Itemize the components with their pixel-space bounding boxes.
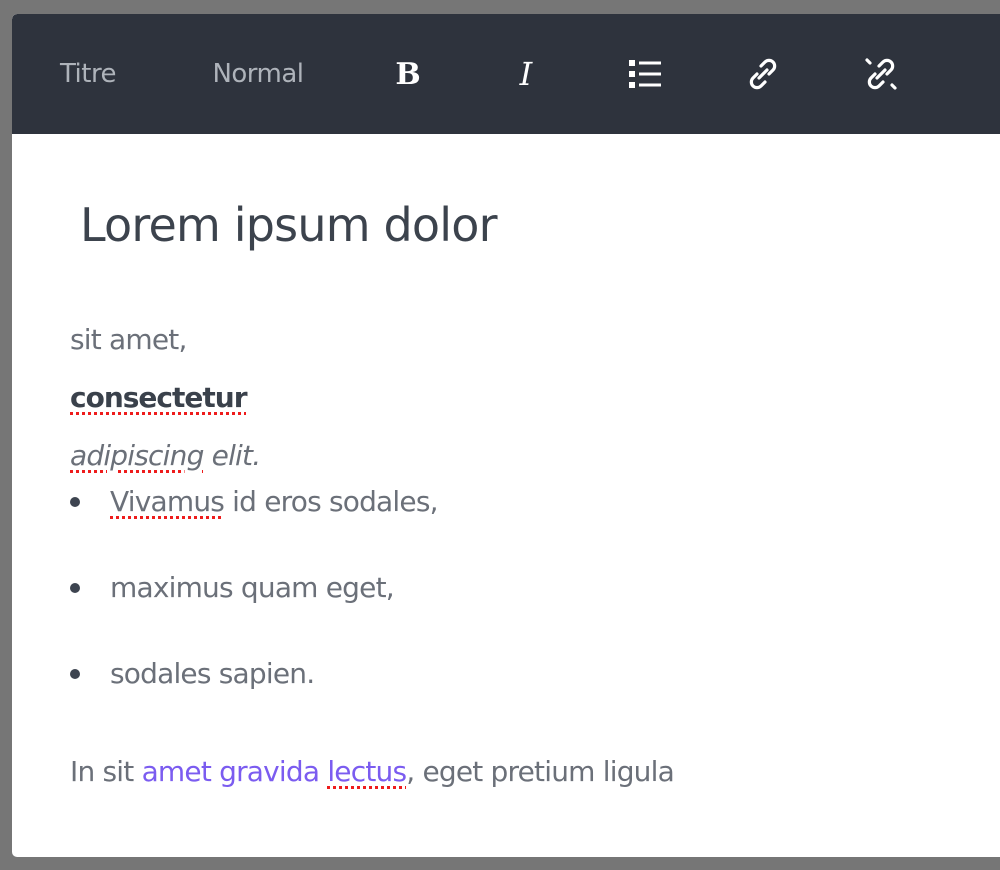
- bullet-list-button[interactable]: [620, 14, 670, 134]
- link-icon: [746, 57, 780, 91]
- document-heading: Lorem ipsum dolor: [80, 198, 498, 252]
- misspelled-word: Vivamus: [110, 485, 225, 518]
- editor-content[interactable]: Lorem ipsum dolor sit amet, consectetur …: [12, 134, 1000, 857]
- bullet-dot: [70, 583, 80, 593]
- italic-misspelled-word: adipiscing: [70, 439, 204, 472]
- paragraph-prefix: In sit: [70, 755, 142, 788]
- paragraph-line-1: sit amet,: [70, 323, 187, 356]
- final-paragraph: In sit amet gravida lectus, eget pretium…: [70, 754, 675, 790]
- italic-button[interactable]: I: [502, 14, 550, 134]
- list-item-text: maximus quam eget,: [110, 571, 395, 604]
- rich-text-editor: Titre Normal B I Lorem ipsum dolor sit a…: [12, 14, 1000, 857]
- paragraph-line-3: adipiscing elit.: [70, 438, 261, 474]
- bold-button[interactable]: B: [384, 14, 432, 134]
- paragraph-suffix: , eget pretium ligula: [406, 755, 675, 788]
- italic-icon: I: [519, 55, 533, 93]
- bullet-dot: [70, 669, 80, 679]
- italic-text: elit.: [203, 439, 261, 472]
- unlink-icon: [864, 57, 898, 91]
- normal-style-label: Normal: [212, 59, 304, 89]
- hyperlink[interactable]: amet gravida lectus: [142, 755, 407, 788]
- paragraph-line-2: consectetur: [70, 380, 248, 416]
- bold-icon: B: [395, 56, 421, 92]
- normal-style-button[interactable]: Normal: [190, 14, 326, 134]
- heading-style-button[interactable]: Titre: [40, 14, 136, 134]
- bullet-list-icon: [628, 57, 662, 91]
- editor-toolbar: Titre Normal B I: [12, 14, 1000, 134]
- insert-link-button[interactable]: [738, 14, 788, 134]
- misspelled-link-word: lectus: [327, 755, 407, 788]
- bullet-dot: [70, 497, 80, 507]
- bold-misspelled-word: consectetur: [70, 381, 248, 414]
- heading-style-label: Titre: [59, 59, 117, 89]
- remove-link-button[interactable]: [856, 14, 906, 134]
- list-item-text: sodales sapien.: [110, 657, 315, 690]
- list-item-text: id eros sodales,: [224, 485, 438, 518]
